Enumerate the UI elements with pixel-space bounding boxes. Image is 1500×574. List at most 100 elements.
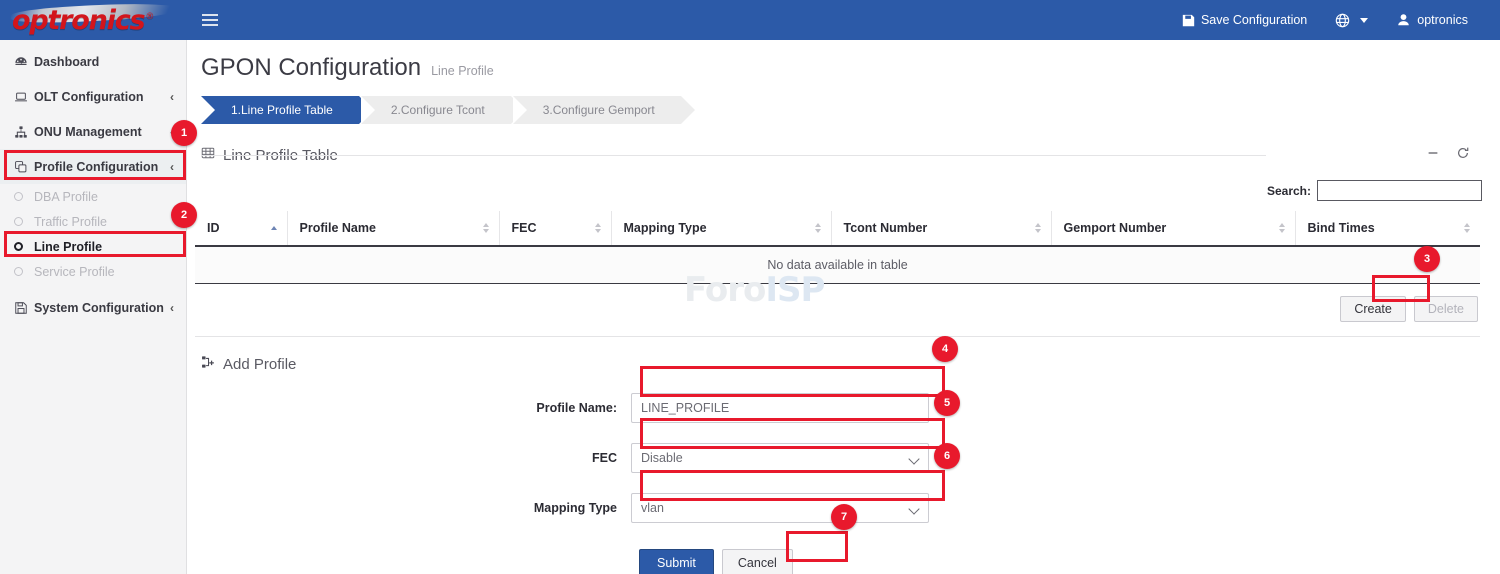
add-profile-title: Add Profile xyxy=(201,355,1500,373)
fec-select[interactable]: Disable xyxy=(631,443,929,473)
line-profile-table: ID Profile Name FEC Mapping Type xyxy=(195,211,1480,284)
table-body: No data available in table xyxy=(195,246,1480,284)
sidebar-item-label: System Configuration xyxy=(34,301,170,315)
add-node-icon xyxy=(201,355,215,373)
annotation-badge-2: 2 xyxy=(171,202,197,228)
language-selector[interactable] xyxy=(1321,0,1382,40)
annotation-badge-3: 3 xyxy=(1414,246,1440,272)
page-title: GPON Configuration xyxy=(201,54,421,82)
page-header: GPON Configuration Line Profile xyxy=(187,40,1500,82)
column-header-tcont-number[interactable]: Tcont Number xyxy=(831,211,1051,246)
column-label: Gemport Number xyxy=(1064,221,1167,235)
annotation-badge-1: 1 xyxy=(171,120,197,146)
top-navbar-right: Save Configuration optronics xyxy=(1168,0,1500,40)
column-label: FEC xyxy=(512,221,537,235)
circle-icon xyxy=(14,217,34,226)
column-header-id[interactable]: ID xyxy=(195,211,287,246)
sidebar-item-arrow: ‹ xyxy=(170,301,174,315)
sidebar-item-label: ONU Management xyxy=(34,125,170,139)
wizard-step-1[interactable]: 1.Line Profile Table xyxy=(201,96,359,124)
app-root: optronics® Save Configuration xyxy=(0,0,1500,574)
sidebar-item-arrow: ‹ xyxy=(170,90,174,104)
fec-control: Disable xyxy=(631,443,929,473)
search-input[interactable] xyxy=(1317,180,1482,201)
sort-icon xyxy=(1279,223,1285,233)
wizard-step-3[interactable]: 3.Configure Gemport xyxy=(513,96,681,124)
save-configuration-button[interactable]: Save Configuration xyxy=(1168,0,1321,40)
mapping-type-label: Mapping Type xyxy=(201,501,631,515)
sort-ascending-icon xyxy=(271,226,277,230)
minus-icon[interactable] xyxy=(1426,146,1440,164)
sidebar-item-line-profile[interactable]: Line Profile xyxy=(0,234,186,259)
table-action-buttons: Create Delete xyxy=(187,296,1478,322)
sitemap-icon xyxy=(14,125,34,139)
sort-icon xyxy=(1464,223,1470,233)
dashboard-icon xyxy=(14,55,34,69)
user-menu[interactable]: optronics xyxy=(1382,0,1482,40)
sidebar-item-label: OLT Configuration xyxy=(34,90,170,104)
sidebar-item-label: Line Profile xyxy=(34,240,102,254)
wizard-step-label: 3.Configure Gemport xyxy=(543,103,655,117)
wizard-step-label: 1.Line Profile Table xyxy=(231,103,333,117)
sort-icon xyxy=(483,223,489,233)
sidebar-item-onu-management[interactable]: ONU Management ‹ xyxy=(0,114,186,149)
circle-icon xyxy=(14,267,34,276)
sidebar-item-service-profile[interactable]: Service Profile xyxy=(0,259,186,284)
column-label: Tcont Number xyxy=(844,221,928,235)
globe-icon xyxy=(1335,13,1350,28)
column-header-profile-name[interactable]: Profile Name xyxy=(287,211,499,246)
sidebar-item-profile-configuration[interactable]: Profile Configuration ‹ xyxy=(0,149,186,184)
circle-icon xyxy=(14,242,34,251)
profile-name-input[interactable] xyxy=(631,393,929,423)
sidebar-item-label: Service Profile xyxy=(34,265,115,279)
table-search: Search: xyxy=(187,180,1482,201)
sidebar-item-system-configuration[interactable]: System Configuration ‹ xyxy=(0,290,186,325)
table-header-row: ID Profile Name FEC Mapping Type xyxy=(195,211,1480,246)
form-actions-spacer xyxy=(201,549,631,574)
annotation-badge-6: 6 xyxy=(934,443,960,469)
page-subtitle: Line Profile xyxy=(431,64,494,78)
annotation-badge-5: 5 xyxy=(934,390,960,416)
submit-button[interactable]: Submit xyxy=(639,549,714,574)
column-header-fec[interactable]: FEC xyxy=(499,211,611,246)
column-header-bind-times[interactable]: Bind Times xyxy=(1295,211,1480,246)
search-label: Search: xyxy=(1267,184,1311,198)
column-header-mapping-type[interactable]: Mapping Type xyxy=(611,211,831,246)
chevron-down-icon xyxy=(1360,18,1368,23)
column-label: Profile Name xyxy=(300,221,376,235)
table-header: ID Profile Name FEC Mapping Type xyxy=(195,211,1480,246)
annotation-badge-4: 4 xyxy=(932,336,958,362)
hamburger-icon[interactable] xyxy=(187,0,233,40)
refresh-icon[interactable] xyxy=(1456,146,1470,164)
profile-name-label: Profile Name: xyxy=(201,401,631,415)
save-icon xyxy=(14,301,34,315)
add-profile-title-label: Add Profile xyxy=(223,356,296,373)
wizard-divider xyxy=(201,155,1266,156)
section-divider xyxy=(195,336,1480,337)
cancel-button[interactable]: Cancel xyxy=(722,549,793,574)
wizard-step-label: 2.Configure Tcont xyxy=(391,103,485,117)
username-label: optronics xyxy=(1417,13,1468,27)
sidebar-item-olt-configuration[interactable]: OLT Configuration ‹ xyxy=(0,79,186,114)
column-header-gemport-number[interactable]: Gemport Number xyxy=(1051,211,1295,246)
sidebar: Dashboard OLT Configuration ‹ ONU Manage… xyxy=(0,40,187,574)
mapping-type-select[interactable]: vlan xyxy=(631,493,929,523)
sidebar-item-dba-profile[interactable]: DBA Profile xyxy=(0,184,186,209)
panel-tools xyxy=(1426,146,1486,164)
sidebar-item-dashboard[interactable]: Dashboard xyxy=(0,44,186,79)
sidebar-item-label: Profile Configuration xyxy=(34,160,170,174)
empty-table-message: No data available in table xyxy=(195,246,1480,284)
form-row-fec: FEC Disable xyxy=(187,443,1500,473)
form-action-buttons: Submit Cancel xyxy=(187,549,1500,574)
column-label: Bind Times xyxy=(1308,221,1375,235)
top-navbar: optronics® Save Configuration xyxy=(0,0,1500,40)
wizard-steps: 1.Line Profile Table 2.Configure Tcont 3… xyxy=(201,96,1500,124)
wizard-step-2[interactable]: 2.Configure Tcont xyxy=(361,96,511,124)
delete-button[interactable]: Delete xyxy=(1414,296,1478,322)
floppy-disk-icon xyxy=(1182,14,1195,27)
brand-logo[interactable]: optronics® xyxy=(0,0,187,40)
create-button[interactable]: Create xyxy=(1340,296,1406,322)
sidebar-item-traffic-profile[interactable]: Traffic Profile xyxy=(0,209,186,234)
user-icon xyxy=(1396,13,1411,28)
clone-icon xyxy=(14,160,34,174)
